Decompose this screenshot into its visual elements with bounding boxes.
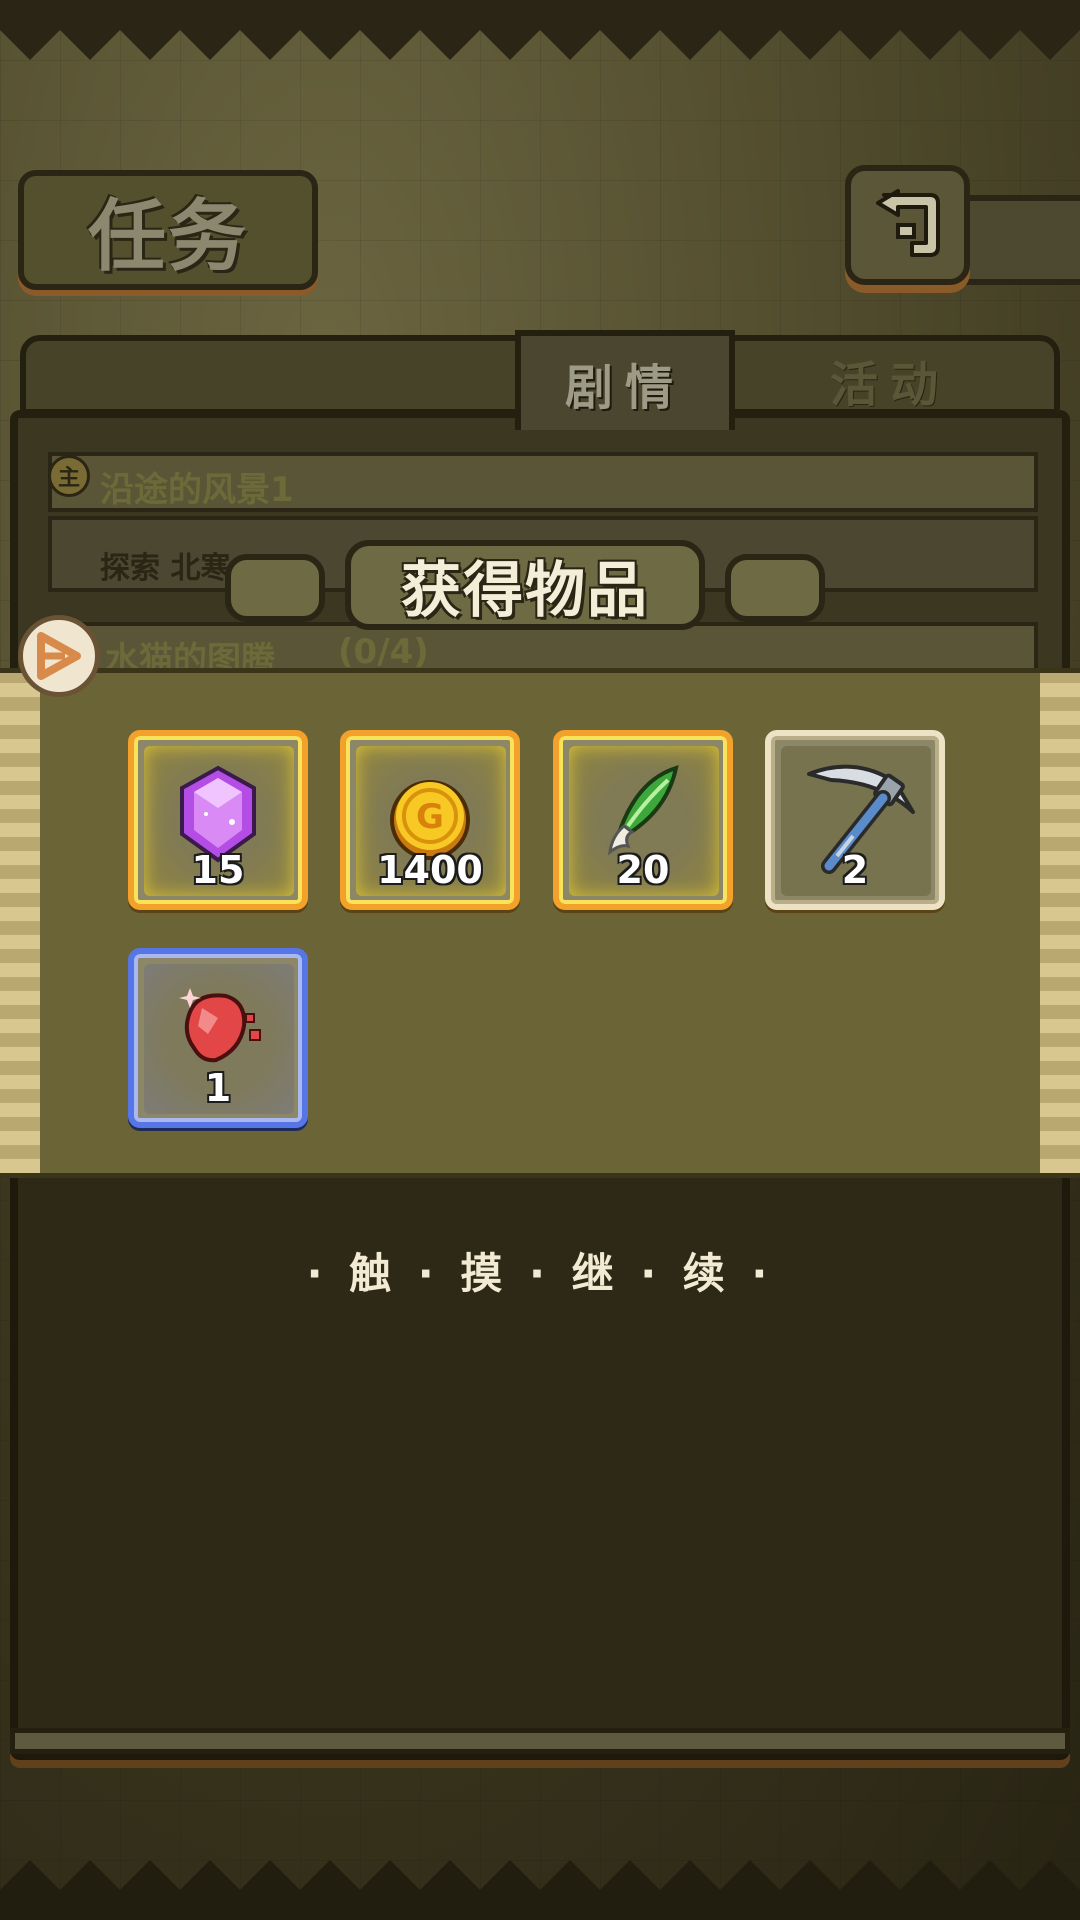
side-quest-badge [18, 615, 100, 697]
panel-bottom-rail [10, 1728, 1070, 1754]
tab-event[interactable]: 活动 [770, 330, 1010, 430]
reward-header-ornament-right [725, 554, 825, 622]
top-zigzag-border [0, 0, 1080, 60]
tab-story[interactable]: 剧情 [515, 330, 735, 430]
reward-header-plaque: 获得物品 [345, 540, 705, 630]
red-ore-icon [179, 988, 261, 1063]
side-quest-icon [37, 632, 81, 680]
screen-title-plaque: 任务 [18, 170, 318, 290]
reward-item-pickaxe-count: 2 [841, 848, 869, 892]
reward-item-coin-count: 1400 [377, 848, 483, 892]
reward-item-pickaxe[interactable]: 2 [765, 730, 945, 910]
back-button[interactable] [845, 165, 970, 285]
main-quest-badge: 主 [48, 455, 90, 497]
reward-item-red-ore[interactable]: 1 [128, 948, 308, 1128]
reward-item-red-ore-count: 1 [204, 1066, 232, 1110]
svg-text:G: G [416, 797, 444, 837]
reward-header-ornament-left [225, 554, 325, 622]
reward-header: 获得物品 [0, 540, 1080, 630]
reward-item-gem-count: 15 [191, 848, 245, 892]
main-quest-badge-label: 主 [57, 466, 80, 491]
touch-to-continue[interactable]: · 触 · 摸 · 继 · 续 · [0, 1240, 1080, 1301]
reward-item-gem[interactable]: 15 [128, 730, 308, 910]
reward-item-feather[interactable]: 20 [553, 730, 733, 910]
reward-item-feather-count: 20 [616, 848, 670, 892]
reward-popup-edge-left [0, 673, 40, 1173]
tab-story-label: 剧情 [564, 360, 685, 416]
back-button-rail [965, 195, 1080, 285]
screen-title: 任务 [87, 191, 248, 282]
reward-item-coin[interactable]: G 1400 [340, 730, 520, 910]
reward-title: 获得物品 [401, 555, 649, 626]
quest-title-main: 沿途的风景1 [100, 470, 294, 510]
reward-popup-edge-right [1040, 673, 1080, 1173]
return-arrow-icon [875, 189, 940, 257]
quest-progress-side: (0/4) [338, 632, 429, 672]
tab-event-label: 活动 [829, 357, 950, 413]
